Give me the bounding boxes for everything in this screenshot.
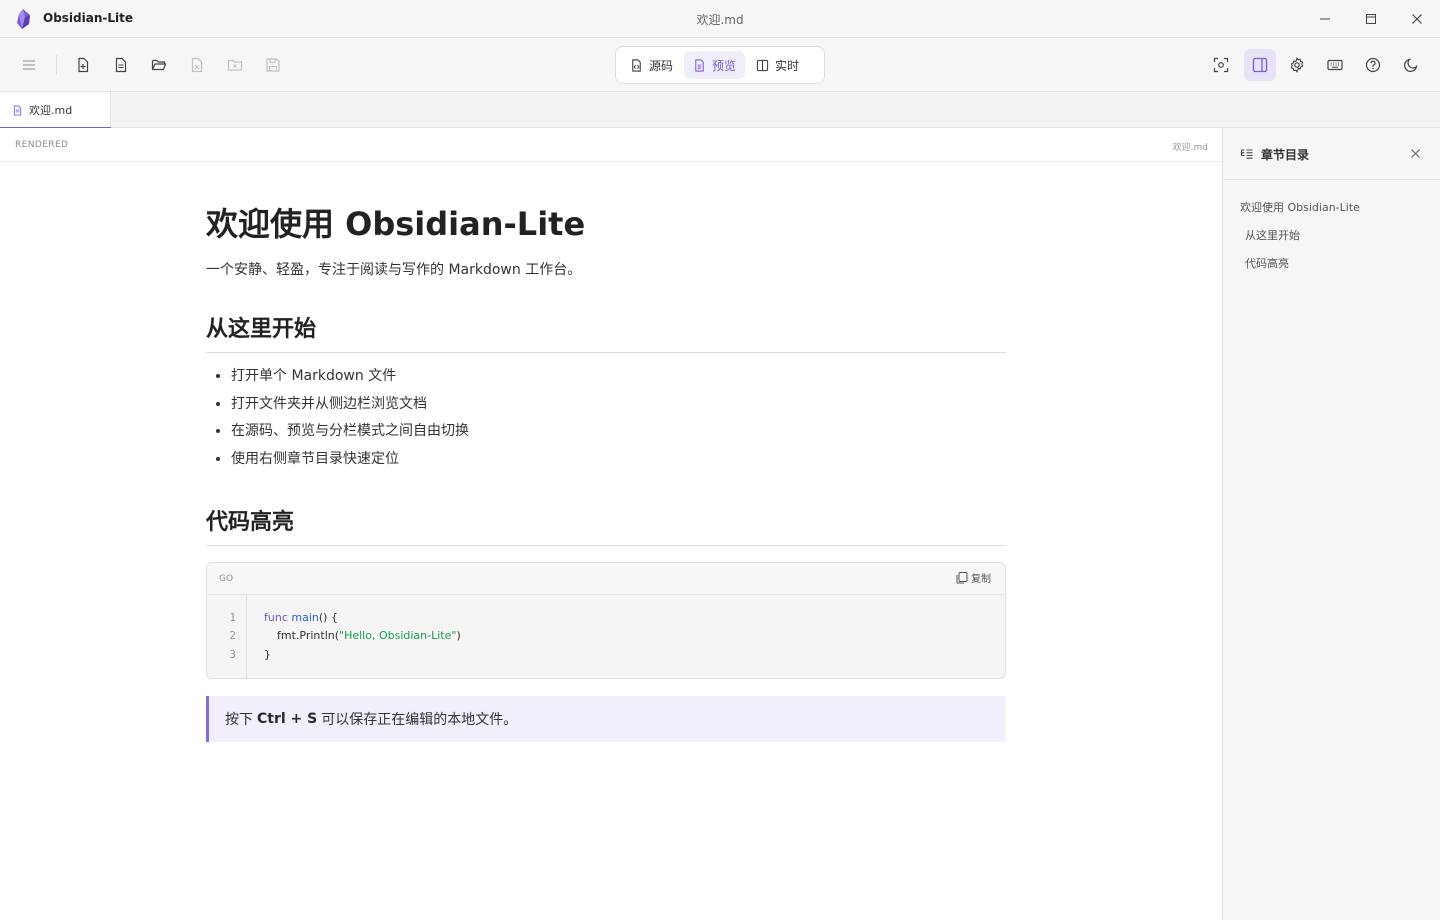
code-text: } xyxy=(264,648,271,661)
copy-code-button[interactable]: 复制 xyxy=(955,570,991,585)
minimize-button[interactable] xyxy=(1302,0,1348,38)
mode-preview-label: 预览 xyxy=(712,58,737,73)
maximize-button[interactable] xyxy=(1348,0,1394,38)
maximize-icon xyxy=(1366,14,1376,24)
gear-icon xyxy=(1290,57,1304,73)
tab-bar: 欢迎.md xyxy=(0,92,1440,129)
outline-item-h2[interactable]: 代码高亮 xyxy=(1245,255,1289,271)
open-folder-button[interactable] xyxy=(144,50,174,80)
split-icon xyxy=(756,59,769,71)
menu-button[interactable] xyxy=(14,50,44,80)
code-line: } xyxy=(264,648,271,661)
mode-preview-button[interactable]: 预览 xyxy=(684,51,746,79)
settings-button[interactable] xyxy=(1282,50,1312,80)
open-file-button[interactable] xyxy=(106,50,136,80)
focus-icon xyxy=(1213,57,1229,73)
code-language-label: GO xyxy=(219,574,234,584)
code-text: fmt.Println( xyxy=(277,629,340,642)
view-mode-switcher: 源码 预览 实时 xyxy=(615,46,825,84)
code-string: "Hello, Obsidian-Lite" xyxy=(339,629,457,642)
outline-icon xyxy=(1240,149,1253,159)
toolbar: 源码 预览 实时 xyxy=(0,38,1440,92)
section-heading-start: 从这里开始 xyxy=(206,314,1006,353)
doc-lead: 一个安静、轻盈，专注于阅读与写作的 Markdown 工作台。 xyxy=(206,262,582,278)
outline-item-h1[interactable]: 欢迎使用 Obsidian-Lite xyxy=(1240,199,1360,215)
list-item: 打开文件夹并从侧边栏浏览文档 xyxy=(231,391,1006,419)
outline-header: 章节目录 xyxy=(1223,128,1440,180)
mode-source-button[interactable]: 源码 xyxy=(621,51,682,79)
list-item: 使用右侧章节目录快速定位 xyxy=(231,446,1006,474)
save-button[interactable] xyxy=(258,50,288,80)
code-text: () { xyxy=(318,611,338,624)
line-number: 1 xyxy=(229,611,236,624)
close-icon[interactable] xyxy=(1410,148,1421,159)
outline-title: 章节目录 xyxy=(1261,148,1310,162)
close-file-icon xyxy=(191,57,203,73)
file-icon xyxy=(13,104,22,116)
render-mode-label: RENDERED xyxy=(15,140,69,150)
close-window-button[interactable] xyxy=(1394,0,1440,38)
new-file-button[interactable] xyxy=(68,50,98,80)
feature-list: 打开单个 Markdown 文件 打开文件夹并从侧边栏浏览文档 在源码、预览与分… xyxy=(206,363,1006,473)
source-icon xyxy=(632,58,641,72)
keyboard-icon xyxy=(1327,59,1343,71)
copy-icon xyxy=(956,571,968,583)
code-line: func main() { xyxy=(264,611,338,624)
code-function: main xyxy=(291,611,319,624)
close-file-button[interactable] xyxy=(182,50,212,80)
preview-icon xyxy=(695,58,704,72)
moon-icon xyxy=(1404,58,1418,72)
help-icon xyxy=(1365,57,1381,73)
copy-label: 复制 xyxy=(971,574,991,585)
close-icon xyxy=(1412,14,1422,24)
mode-live-label: 实时 xyxy=(775,58,800,73)
minimize-icon xyxy=(1320,18,1330,20)
outline-item-h2[interactable]: 从这里开始 xyxy=(1245,227,1300,243)
help-button[interactable] xyxy=(1358,50,1388,80)
title-bar: Obsidian-Lite 欢迎.md xyxy=(0,0,1440,38)
mode-source-label: 源码 xyxy=(649,58,674,73)
app-logo-icon xyxy=(17,9,30,29)
code-keyword: func xyxy=(264,611,288,624)
focus-mode-button[interactable] xyxy=(1206,50,1236,80)
toolbar-divider xyxy=(56,55,57,75)
mode-live-button[interactable]: 实时 xyxy=(747,51,808,79)
outline-toggle-button[interactable] xyxy=(1244,49,1276,81)
app-name: Obsidian-Lite xyxy=(43,11,134,25)
line-number: 2 xyxy=(229,629,236,642)
editor-header: RENDERED 欢迎.md xyxy=(0,128,1222,162)
shortcuts-button[interactable] xyxy=(1320,50,1350,80)
section-heading-code: 代码高亮 xyxy=(206,507,1006,546)
close-folder-icon xyxy=(227,59,243,71)
callout-shortcut: Ctrl + S xyxy=(257,711,318,727)
close-folder-button[interactable] xyxy=(220,50,250,80)
code-block-header: GO 复制 xyxy=(207,563,1005,595)
outline-panel: 章节目录 欢迎使用 Obsidian-Lite 从这里开始 代码高亮 xyxy=(1222,128,1440,920)
tab-welcome[interactable]: 欢迎.md xyxy=(0,92,111,129)
tab-label: 欢迎.md xyxy=(29,104,73,117)
code-text: ) xyxy=(456,629,461,642)
menu-icon xyxy=(23,60,35,70)
editor-pane: RENDERED 欢迎.md 欢迎使用 Obsidian-Lite 一个安静、轻… xyxy=(0,128,1222,920)
doc-title: 欢迎使用 Obsidian-Lite xyxy=(206,205,586,243)
line-number-gutter: 1 2 3 xyxy=(207,595,247,678)
code-line: fmt.Println("Hello, Obsidian-Lite") xyxy=(277,629,461,642)
callout-text-post: 可以保存正在编辑的本地文件。 xyxy=(321,712,518,728)
new-file-icon xyxy=(78,57,89,73)
current-file-label: 欢迎.md xyxy=(1172,143,1208,153)
sidebar-toggle-icon xyxy=(1252,57,1268,73)
save-icon xyxy=(266,58,280,72)
list-item: 打开单个 Markdown 文件 xyxy=(231,363,1006,391)
rendered-document: 欢迎使用 Obsidian-Lite 一个安静、轻盈，专注于阅读与写作的 Mar… xyxy=(206,162,1006,742)
list-item: 在源码、预览与分栏模式之间自由切换 xyxy=(231,418,1006,446)
folder-open-icon xyxy=(151,59,167,71)
file-icon xyxy=(115,57,127,73)
line-number: 3 xyxy=(229,648,236,661)
code-block: GO 复制 1 2 3 func main() { fmt.Println("H… xyxy=(206,562,1006,679)
tip-callout: 按下 Ctrl + S 可以保存正在编辑的本地文件。 xyxy=(206,696,1006,742)
window-title: 欢迎.md xyxy=(696,13,744,27)
callout-text-pre: 按下 xyxy=(225,712,253,728)
theme-toggle-button[interactable] xyxy=(1396,50,1426,80)
